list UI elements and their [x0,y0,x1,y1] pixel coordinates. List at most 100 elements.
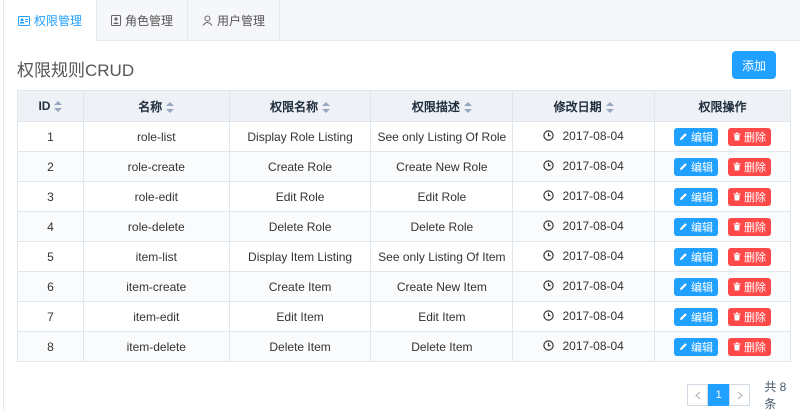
edit-button[interactable]: 编辑 [674,127,719,146]
edit-button[interactable]: 编辑 [674,187,719,206]
pagination: 1 共 8 条 [687,378,800,412]
cell-date: 2017-08-04 [512,301,656,332]
edit-button[interactable]: 编辑 [674,247,719,266]
cell-perm-name: Display Item Listing [228,241,372,272]
clock-icon [543,340,555,351]
pencil-icon [680,253,687,260]
next-page-button[interactable] [729,384,751,406]
table-row: 7 item-edit Edit Item Edit Item 2017-08-… [17,301,791,332]
page-number-button[interactable]: 1 [708,384,730,406]
delete-button[interactable]: 删除 [728,337,772,356]
cell-name: role-edit [82,181,230,212]
cell-name: item-delete [82,331,230,362]
clock-icon [543,310,555,321]
cell-description: See only Listing Of Item [370,241,514,272]
trash-icon [733,342,741,351]
cell-description: Delete Role [370,211,514,242]
cell-perm-name: Create Role [228,151,372,182]
cell-id: 3 [17,181,84,212]
sort-icon[interactable] [463,101,472,113]
user-icon [202,15,213,26]
add-button[interactable]: 添加 [732,51,776,79]
trash-icon [733,132,741,141]
trash-icon [733,282,741,291]
sort-icon[interactable] [605,101,614,113]
cell-name: role-delete [82,211,230,242]
cell-id: 4 [17,211,84,242]
cell-actions: 编辑 删除 [654,181,791,212]
date-text: 2017-08-04 [562,248,624,263]
table-row: 2 role-create Create Role Create New Rol… [17,151,791,182]
chevron-right-icon [737,391,743,399]
table-row: 1 role-list Display Role Listing See onl… [17,121,791,152]
cell-description: Delete Item [370,331,514,362]
pencil-icon [680,343,687,350]
cell-date: 2017-08-04 [512,241,656,272]
cell-perm-name: Create Item [228,271,372,302]
clock-icon [543,220,555,231]
main-panel: 权限规则CRUD 添加 ID 名称 权限名称 权限描述 修改日期 权限操作 1 … [3,41,800,412]
delete-button[interactable]: 删除 [728,247,772,266]
cell-actions: 编辑 删除 [654,331,791,362]
sort-icon[interactable] [322,101,331,113]
delete-button[interactable]: 删除 [728,307,772,326]
delete-button[interactable]: 删除 [728,187,772,206]
table-row: 6 item-create Create Item Create New Ite… [17,271,791,302]
cell-description: Create New Item [370,271,514,302]
cell-description: Edit Item [370,301,514,332]
cell-name: item-edit [82,301,230,332]
sort-icon[interactable] [166,101,175,113]
cell-id: 6 [17,271,84,302]
edit-button[interactable]: 编辑 [674,157,719,176]
column-header-description[interactable]: 权限描述 [370,90,514,122]
tab-label: 角色管理 [125,14,174,28]
cell-description: Edit Role [370,181,514,212]
column-header-id[interactable]: ID [17,90,84,122]
id-card-icon [18,15,30,26]
prev-page-button[interactable] [687,384,709,406]
edit-button[interactable]: 编辑 [674,217,719,236]
clock-icon [543,280,555,291]
tab-roles[interactable]: 角色管理 [97,0,189,41]
column-header-date[interactable]: 修改日期 [512,90,656,122]
date-text: 2017-08-04 [562,278,624,293]
cell-date: 2017-08-04 [512,331,656,362]
cell-date: 2017-08-04 [512,121,656,152]
cell-date: 2017-08-04 [512,211,656,242]
cell-name: item-create [82,271,230,302]
cell-date: 2017-08-04 [512,181,656,212]
edit-button[interactable]: 编辑 [674,337,719,356]
table-row: 3 role-edit Edit Role Edit Role 2017-08-… [17,181,791,212]
clock-icon [543,160,555,171]
date-text: 2017-08-04 [562,308,624,323]
column-header-name[interactable]: 名称 [82,90,230,122]
sort-icon[interactable] [54,101,63,113]
cell-name: item-list [82,241,230,272]
cell-perm-name: Delete Role [228,211,372,242]
trash-icon [733,312,741,321]
date-text: 2017-08-04 [562,128,624,143]
delete-button[interactable]: 删除 [728,127,772,146]
column-header-perm-name[interactable]: 权限名称 [228,90,372,122]
cell-perm-name: Edit Item [228,301,372,332]
table-header-row: ID 名称 权限名称 权限描述 修改日期 权限操作 [17,90,791,122]
trash-icon [733,162,741,171]
tab-permissions[interactable]: 权限管理 [4,0,98,42]
clock-icon [543,250,555,261]
table-row: 8 item-delete Delete Item Delete Item 20… [17,331,791,362]
cell-date: 2017-08-04 [512,271,656,302]
delete-button[interactable]: 删除 [728,217,772,236]
pencil-icon [680,163,687,170]
delete-button[interactable]: 删除 [728,277,772,296]
cell-date: 2017-08-04 [512,151,656,182]
tab-users[interactable]: 用户管理 [188,0,281,41]
permissions-table: ID 名称 权限名称 权限描述 修改日期 权限操作 1 role-list Di… [17,90,791,362]
page-title: 权限规则CRUD [17,61,135,80]
date-text: 2017-08-04 [562,338,624,353]
edit-button[interactable]: 编辑 [674,307,719,326]
edit-button[interactable]: 编辑 [674,277,719,296]
clock-icon [543,190,555,201]
delete-button[interactable]: 删除 [728,157,772,176]
cell-description: See only Listing Of Role [370,121,514,152]
tab-label: 用户管理 [217,14,266,28]
